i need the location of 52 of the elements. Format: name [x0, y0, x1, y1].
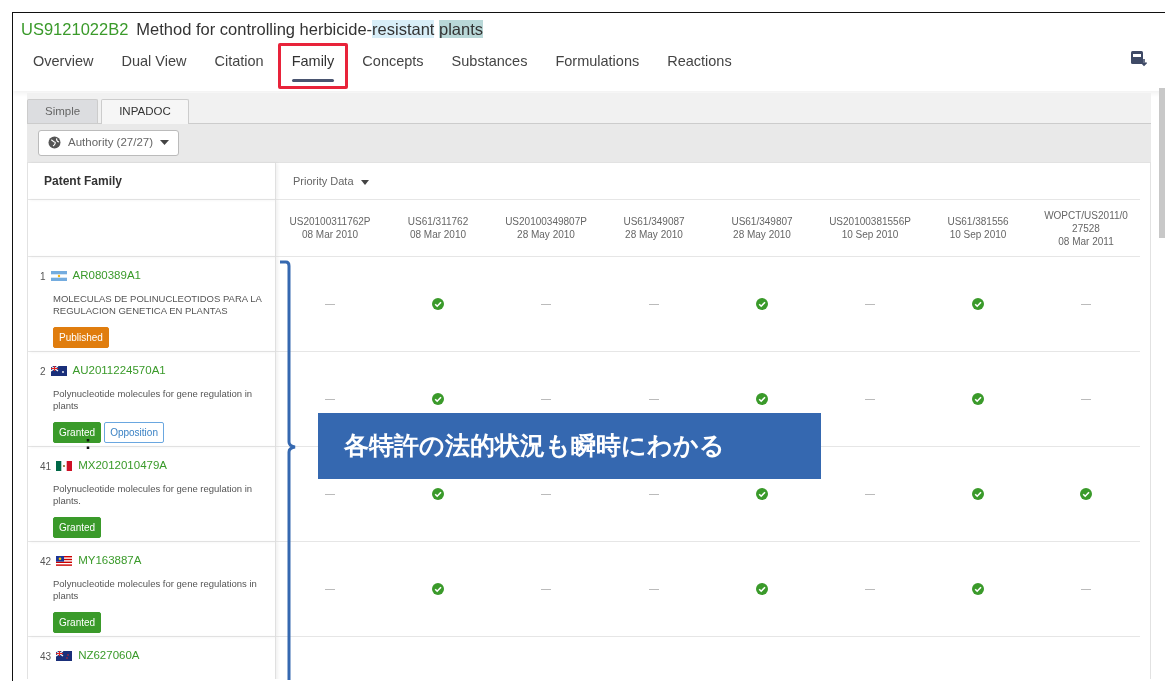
patent-link[interactable]: MX2012010479A: [78, 457, 167, 475]
nav-tab[interactable]: Reactions: [653, 43, 746, 89]
flag-icon: [50, 271, 67, 281]
nav-tab[interactable]: Family: [277, 43, 349, 89]
priority-entry: WOPCT/US2011/027528 08 Mar 2011: [1043, 208, 1129, 248]
status-badge: Published: [53, 327, 109, 349]
caret-icon: [360, 179, 369, 185]
sub-tab[interactable]: Simple: [27, 99, 99, 124]
priority-entry: US20100311762P 08 Mar 2010: [289, 215, 371, 242]
patent-description: Polynucleotide molecules for gene regulation in plants.: [53, 482, 254, 509]
priority-entry: US61/311762 08 Mar 2010: [407, 215, 469, 242]
scrollbar[interactable]: [1159, 88, 1165, 238]
priority-data-dropdown[interactable]: Priority Data: [292, 172, 370, 191]
patent-number[interactable]: US9121022B2: [21, 20, 129, 38]
globe-icon: [48, 136, 61, 150]
row-number: 1: [40, 269, 46, 284]
authority-dropdown[interactable]: Authority (27/27): [38, 130, 179, 156]
column-heading: Patent Family: [44, 173, 123, 191]
row-number: 43: [40, 649, 52, 664]
flag-icon: [56, 556, 73, 566]
patent-link[interactable]: NZ627060A: [78, 647, 140, 665]
pdf-download-icon[interactable]: [1131, 51, 1147, 67]
nav-tab[interactable]: Substances: [437, 43, 542, 89]
priority-entry: US20100381556P 10 Sep 2010: [829, 215, 911, 242]
patent-link[interactable]: MY163887A: [78, 552, 142, 570]
priority-entry: US61/349087 28 May 2010: [623, 215, 685, 242]
status-badge: Granted: [53, 517, 102, 539]
flag-icon: [56, 651, 73, 661]
nav-tab[interactable]: Overview: [19, 43, 108, 89]
priority-entry: US20100349807P 28 May 2010: [505, 215, 587, 242]
patent-link[interactable]: AR080389A1: [72, 267, 141, 285]
nav-tab[interactable]: Concepts: [348, 43, 438, 89]
row-number: 2: [40, 364, 46, 379]
priority-entry: US61/349807 28 May 2010: [731, 215, 793, 242]
patent-description: Polynucleotide molecules for gene regulations in plants: [53, 577, 258, 604]
row-number: 42: [40, 554, 52, 569]
patent-title: Method for controlling herbicide-resistant plants: [136, 20, 484, 38]
patent-description: Polynucleotide molecules for gene regulation in plants: [53, 387, 254, 414]
flag-icon: [56, 461, 73, 471]
sub-tab[interactable]: INPADOC: [101, 99, 189, 125]
patent-link[interactable]: AU2011224570A1: [72, 362, 166, 380]
priority-entry: US61/381556 10 Sep 2010: [947, 215, 1009, 242]
patent-description: MOLECULAS DE POLINUCLEOTIDOS PARA LA REGULACION GENETICA EN PLANTAS: [53, 292, 263, 319]
flag-icon: [50, 366, 67, 376]
callout-banner: 各特許の法的状況も瞬時にわかる: [318, 413, 821, 479]
status-badge: Granted: [53, 612, 102, 634]
status-badge: Opposition: [104, 422, 164, 444]
nav-tab[interactable]: Citation: [200, 43, 278, 89]
nav-tab[interactable]: Dual View: [107, 43, 201, 89]
caret-icon: [160, 140, 169, 146]
row-number: 41: [40, 459, 52, 474]
nav-tab[interactable]: Formulations: [541, 43, 654, 89]
